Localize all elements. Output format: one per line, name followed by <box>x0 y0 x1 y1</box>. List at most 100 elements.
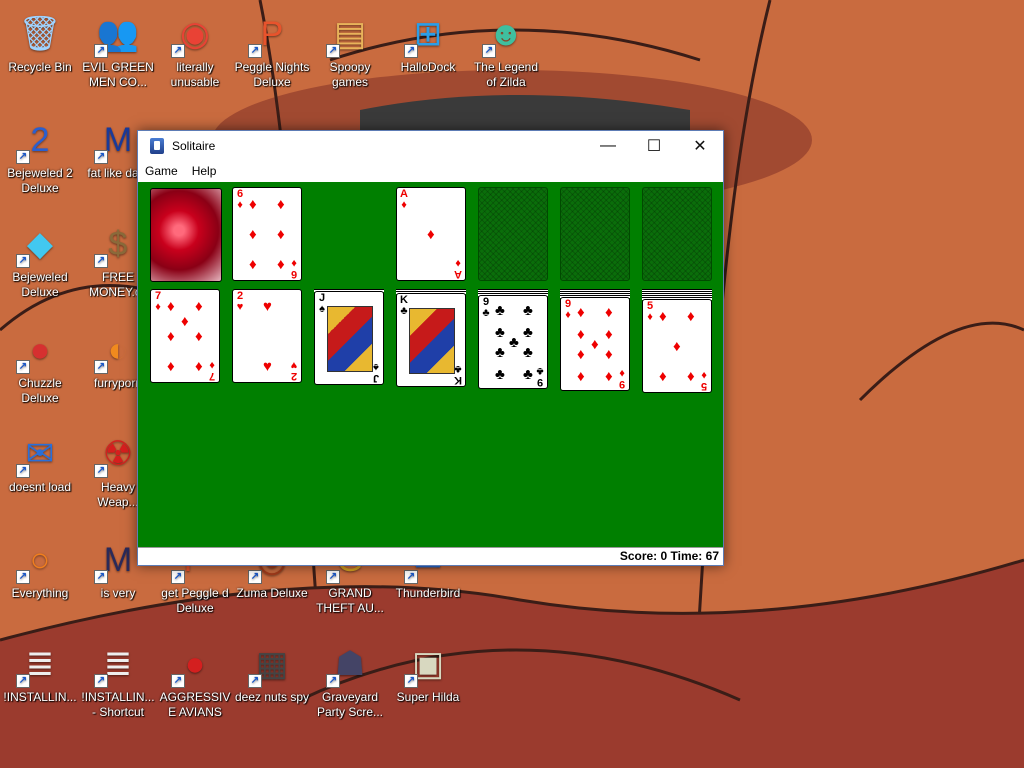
text-file-icon: ≣ ↗ <box>16 640 64 688</box>
desktop-icon-peggle-nights[interactable]: P ↗ Peggle Nights Deluxe <box>234 4 310 100</box>
desktop-icon-label: HalloDock <box>400 60 456 74</box>
card-pip: ♦ <box>605 304 613 322</box>
windows-logo-icon: ⊞ ↗ <box>404 10 452 58</box>
card-pip: ♦ <box>167 297 175 315</box>
shortcut-arrow-icon: ↗ <box>248 674 262 688</box>
foundation-3-slot[interactable] <box>560 187 630 281</box>
card-pip: ♣ <box>523 365 533 383</box>
desktop-icon-hallodock[interactable]: ⊞ ↗ HalloDock <box>390 4 466 100</box>
tableau-card-3[interactable]: J ♠ J ♠ <box>314 291 384 385</box>
card-pip: ♦ <box>427 226 435 243</box>
card-pip: ♦ <box>577 304 585 322</box>
window-title: Solitaire <box>172 139 216 153</box>
gem-2-icon: 2 ↗ <box>16 116 64 164</box>
desktop-icon-bejeweled2[interactable]: 2 ↗ Bejeweled 2 Deluxe <box>2 110 78 206</box>
desktop-icon-evil-green-men[interactable]: 👥 ↗ EVIL GREEN MEN CO... <box>80 4 156 100</box>
chuzzle-icon: ● ↗ <box>16 326 64 374</box>
foundation-4-slot[interactable] <box>642 187 712 281</box>
tableau-card-6[interactable]: 9 ♦ 9 ♦ ♦ ♦ ♦ ♦ ♦ ♦ ♦ ♦ ♦ <box>560 297 630 391</box>
peggle-icon: P↗ <box>248 10 296 58</box>
card-suit: ♦ <box>155 301 161 313</box>
mp-logo-icon: M ↗ <box>94 116 142 164</box>
desktop-icon-literally-unusable[interactable]: ◉ ↗ literally unusable <box>157 4 233 100</box>
card-rank-bottom: 9 ♦ <box>618 367 626 390</box>
close-button[interactable]: ✕ <box>677 131 723 161</box>
desktop-icon-installing2[interactable]: ≣ ↗ !INSTALLIN... - Shortcut <box>80 634 156 730</box>
shortcut-arrow-icon: ↗ <box>404 44 418 58</box>
desktop-icon-label: Recycle Bin <box>8 60 72 74</box>
card-suit: ♦ <box>565 309 571 321</box>
shortcut-arrow-icon: ↗ <box>171 44 185 58</box>
tableau-card-2[interactable]: 2 ♥ 2 ♥ ♥ ♥ <box>232 289 302 383</box>
people-icon: 👥 ↗ <box>94 10 142 58</box>
foundation-1-card[interactable]: A ♦ A ♦ ♦ <box>396 187 466 281</box>
shortcut-arrow-icon: ↗ <box>94 150 108 164</box>
shortcut-arrow-icon: ↗ <box>16 254 30 268</box>
shortcut-arrow-icon: ↗ <box>404 570 418 584</box>
stock-pile[interactable] <box>150 188 222 282</box>
pixel-character-icon: ▣ ↗ <box>404 640 452 688</box>
card-rank-top: 9 ♦ <box>563 299 573 321</box>
court-card-figure <box>409 308 455 374</box>
card-pip: ♦ <box>577 367 585 385</box>
desktop-icon-chuzzle[interactable]: ● ↗ Chuzzle Deluxe <box>2 320 78 416</box>
court-card-figure <box>327 306 373 372</box>
card-pip: ♦ <box>591 336 599 353</box>
tombstone-icon: ☗ ↗ <box>326 640 374 688</box>
tableau-card-7[interactable]: 5 ♦ 5 ♦ ♦ ♦ ♦ ♦ ♦ <box>642 299 712 393</box>
desktop-icon-everything[interactable]: ○ ↗ Everything <box>2 530 78 626</box>
card-pip: ♦ <box>249 256 257 274</box>
desktop-icon-recycle-bin[interactable]: 🗑 Recycle Bin <box>2 4 78 100</box>
menu-help[interactable]: Help <box>185 164 224 178</box>
desktop-icon-label: get Peggle d Deluxe <box>161 586 229 615</box>
angry-bird-icon: ● ↗ <box>171 640 219 688</box>
desktop-icon-installing1[interactable]: ≣ ↗ !INSTALLIN... <box>2 634 78 730</box>
maximize-button[interactable]: ☐ <box>631 131 677 161</box>
desktop-icon-label: doesnt load <box>8 480 72 494</box>
desktop-icon-graveyard[interactable]: ☗ ↗ Graveyard Party Scre... <box>312 634 388 730</box>
shortcut-arrow-icon: ↗ <box>326 44 340 58</box>
desktop-icon-bejeweled[interactable]: ◆ ↗ Bejeweled Deluxe <box>2 214 78 310</box>
card-pip: ♦ <box>167 328 175 345</box>
desktop-icon-doesnt-load[interactable]: ✉ ↗ doesnt load <box>2 424 78 520</box>
card-pip: ♦ <box>277 226 285 243</box>
desktop-icon-legend-of-zilda[interactable]: ☻ ↗ The Legend of Zilda <box>468 4 544 100</box>
title-bar[interactable]: Solitaire — ☐ ✕ <box>138 131 723 161</box>
desktop-icon-label: Bejeweled 2 Deluxe <box>7 166 73 195</box>
card-pip: ♦ <box>167 358 175 376</box>
desktop-icon-label: is very <box>100 586 136 600</box>
desktop-icon-spoopy-games[interactable]: ▤ ↗ Spoopy games <box>312 4 388 100</box>
desktop-icon-super-hilda[interactable]: ▣ ↗ Super Hilda <box>390 634 466 730</box>
foundation-2-slot[interactable] <box>478 187 548 281</box>
card-pip: ♣ <box>523 302 533 320</box>
stack-icon: ▦ ↗ <box>248 640 296 688</box>
menu-game[interactable]: Game <box>138 164 185 178</box>
score-time-text: Score: 0 Time: 67 <box>619 549 719 563</box>
desktop-icon-label: literally unusable <box>170 60 220 89</box>
card-pip: ♦ <box>605 325 613 343</box>
card-table[interactable]: 6 ♦ 6 ♦ ♦ ♦ ♦ ♦ ♦ ♦ A ♦ A ♦ ♦ 7 ♦ 7 ♦ ♦ ♦ ♦ ♦ ♦ ♦ ♦ 2 ♥ 2 ♥ ♥ ♥ J ♠ J ♠ K ♣… <box>138 182 723 548</box>
card-suit: ♥ <box>236 301 244 313</box>
desktop-icon-label: The Legend of Zilda <box>473 60 539 89</box>
card-rank-top: 9 ♣ <box>481 297 491 319</box>
desktop-icon-deez-nuts-spy[interactable]: ▦ ↗ deez nuts spy <box>234 634 310 730</box>
firefox-icon: ◐ ↗ <box>94 326 142 374</box>
card-pip: ♣ <box>495 365 505 383</box>
tableau-card-4[interactable]: K ♣ K ♣ <box>396 293 466 387</box>
card-pip: ♣ <box>495 323 505 341</box>
card-rank-top: A ♦ <box>399 189 409 211</box>
card-pip: ♥ <box>263 297 272 315</box>
desktop-icon-aggressive-avians[interactable]: ● ↗ AGGRESSIVE AVIANS <box>157 634 233 730</box>
card-pip: ♥ <box>263 358 272 376</box>
tableau-card-5[interactable]: 9 ♣ 9 ♣ ♣ ♣ ♣ ♣ ♣ ♣ ♣ ♣ ♣ <box>478 295 548 389</box>
solitaire-window[interactable]: Solitaire — ☐ ✕ Game Help 6 ♦ 6 ♦ ♦ ♦ ♦ ♦ ♦ ♦ A ♦ A… <box>137 130 724 566</box>
waste-pile-card[interactable]: 6 ♦ 6 ♦ ♦ ♦ ♦ ♦ ♦ ♦ <box>232 187 302 281</box>
tableau-card-1[interactable]: 7 ♦ 7 ♦ ♦ ♦ ♦ ♦ ♦ ♦ ♦ <box>150 289 220 383</box>
desktop-icon-label: Chuzzle Deluxe <box>18 376 62 405</box>
thunderbird-icon: ✉↗ <box>16 430 64 478</box>
desktop-icon-label: deez nuts spy <box>234 690 310 704</box>
shortcut-arrow-icon: ↗ <box>94 570 108 584</box>
shortcut-arrow-icon: ↗ <box>326 674 340 688</box>
minimize-button[interactable]: — <box>585 131 631 161</box>
card-rank-bottom: 2 ♥ <box>290 359 298 382</box>
